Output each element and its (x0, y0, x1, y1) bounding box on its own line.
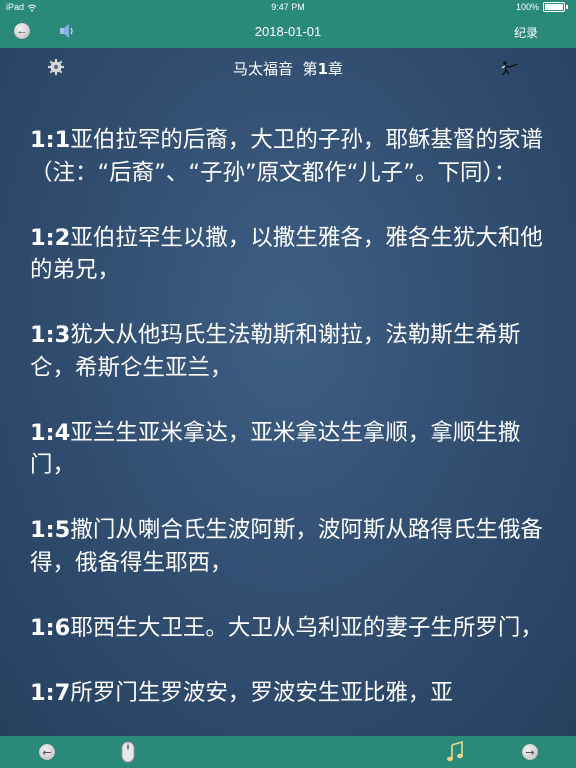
verse-number: 1:6 (30, 614, 71, 641)
verse-number: 1:1 (30, 127, 71, 153)
bottom-toolbar: ← → (0, 736, 576, 768)
verse: 1:7所罗门生罗波安，罗波安生亚比雅，亚 (30, 677, 552, 710)
mouse-icon (121, 741, 135, 763)
music-button[interactable] (446, 741, 464, 763)
verse-number: 1:7 (30, 679, 71, 706)
chapter-suffix: 章 (328, 60, 344, 78)
battery-icon (543, 2, 565, 12)
verse-text: 亚伯拉罕生以撒，以撒生雅各，雅各生犹大和他的弟兄， (30, 224, 543, 284)
verse: 1:3犹大从他玛氏生法勒斯和谢拉，法勒斯生希斯仑，希斯仑生亚兰， (30, 319, 552, 384)
verse-text: 亚兰生亚米拿达，亚米拿达生拿顺，拿顺生撒门， (30, 419, 521, 479)
battery-percent: 100% (515, 2, 539, 12)
verse-number: 1:4 (30, 419, 71, 446)
verse-number: 1:3 (30, 322, 71, 348)
verse: 1:4亚兰生亚米拿达，亚米拿达生拿顺，拿顺生撒门， (30, 417, 552, 482)
next-arrow-icon: → (522, 744, 538, 760)
chapter-title: 马太福音 第1章 (0, 58, 576, 79)
verse-text: 所罗门生罗波安，罗波安生亚比雅，亚 (70, 679, 453, 706)
verse-text: 耶西生大卫王。大卫从乌利亚的妻子生所罗门， (70, 614, 543, 641)
status-battery: 100% (516, 2, 568, 12)
nav-bar: ← 2018-01-01 纪录 (0, 16, 576, 48)
nav-date: 2018-01-01 (254, 24, 322, 39)
fencer-icon (501, 61, 518, 76)
record-button[interactable]: 纪录 (514, 24, 538, 41)
next-chapter-button[interactable]: → (522, 744, 538, 760)
prev-chapter-button[interactable]: ← (39, 744, 55, 760)
verse: 1:1亚伯拉罕的后裔，大卫的子孙，耶稣基督的家谱（注：“后裔”、“子孙”原文都作… (30, 124, 552, 189)
music-note-icon (447, 741, 463, 762)
status-time: 9:47 PM (271, 2, 305, 12)
mouse-button[interactable] (121, 741, 135, 763)
verse: 1:6耶西生大卫王。大卫从乌利亚的妻子生所罗门， (30, 612, 552, 645)
prev-arrow-icon: ← (39, 744, 55, 760)
verse-list: 1:1亚伯拉罕的后裔，大卫的子孙，耶稣基督的家谱（注：“后裔”、“子孙”原文都作… (30, 124, 552, 736)
verse-text: 亚伯拉罕的后裔，大卫的子孙，耶稣基督的家谱（注：“后裔”、“子孙”原文都作“儿子… (30, 127, 543, 186)
verse-text: 撒门从喇合氏生波阿斯，波阿斯从路得氏生俄备得，俄备得生耶西， (30, 517, 543, 576)
verse-number: 1:2 (30, 224, 71, 251)
book-name: 马太福音 (232, 60, 293, 78)
fencer-button[interactable] (500, 60, 518, 76)
verse-number: 1:5 (30, 517, 71, 543)
verse: 1:5撒门从喇合氏生波阿斯，波阿斯从路得氏生俄备得，俄备得生耶西， (30, 514, 552, 579)
status-bar: iPad 9:47 PM 100% (0, 0, 576, 16)
chapter-number: 1 (317, 60, 328, 78)
chapter-prefix: 第 (302, 60, 318, 78)
reading-area: 马太福音 第1章 1:1亚伯拉罕的后裔，大卫的子孙，耶稣基督的家谱（注：“后裔”… (0, 48, 576, 736)
verse: 1:2亚伯拉罕生以撒，以撒生雅各，雅各生犹大和他的弟兄， (30, 222, 552, 287)
verse-text: 犹大从他玛氏生法勒斯和谢拉，法勒斯生希斯仑，希斯仑生亚兰， (30, 322, 521, 381)
